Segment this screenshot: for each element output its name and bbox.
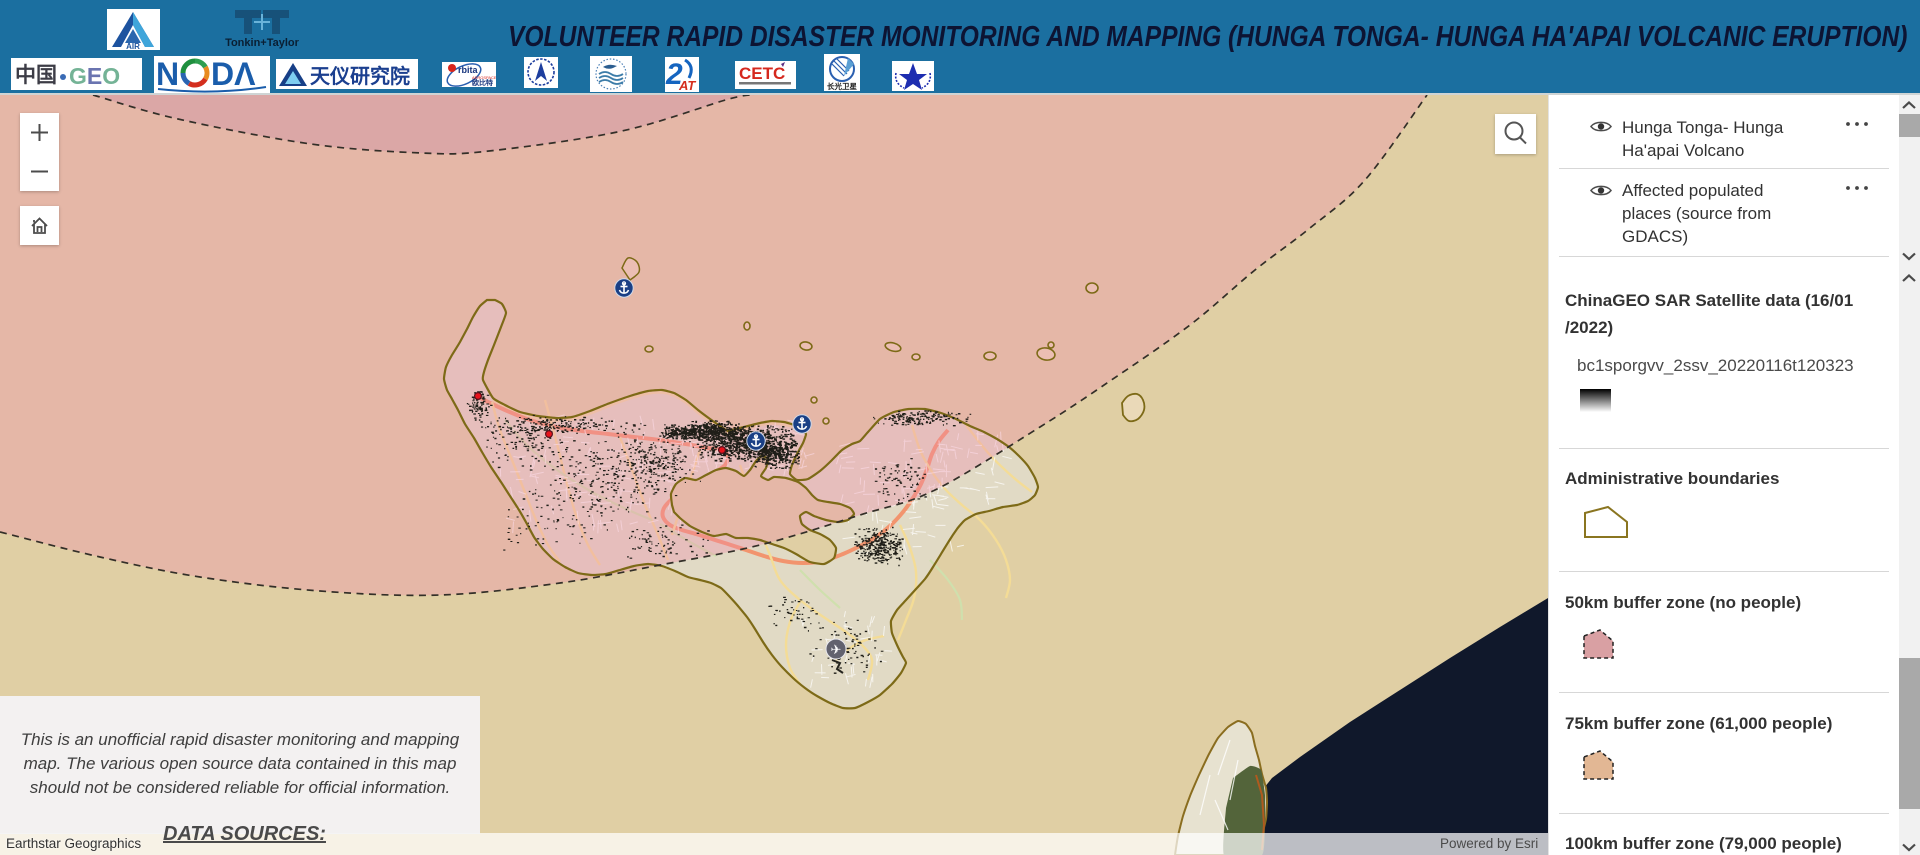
svg-text:✈: ✈ <box>831 642 842 657</box>
svg-text:N: N <box>156 56 179 92</box>
svg-text:DΛ: DΛ <box>211 56 256 92</box>
svg-text:中国: 中国 <box>15 63 57 87</box>
svg-text:天仪研究院: 天仪研究院 <box>310 64 410 88</box>
svg-text:AT: AT <box>678 78 696 92</box>
svg-text:AIR: AIR <box>126 42 140 50</box>
svg-text:CETC: CETC <box>739 64 785 83</box>
svg-text:欧比特: 欧比特 <box>472 78 493 87</box>
svg-text:rbita: rbita <box>458 65 478 75</box>
svg-text:GEO: GEO <box>69 63 120 89</box>
svg-text:Tonkin+Taylor: Tonkin+Taylor <box>225 37 300 49</box>
svg-text:长光卫星: 长光卫星 <box>827 81 857 91</box>
